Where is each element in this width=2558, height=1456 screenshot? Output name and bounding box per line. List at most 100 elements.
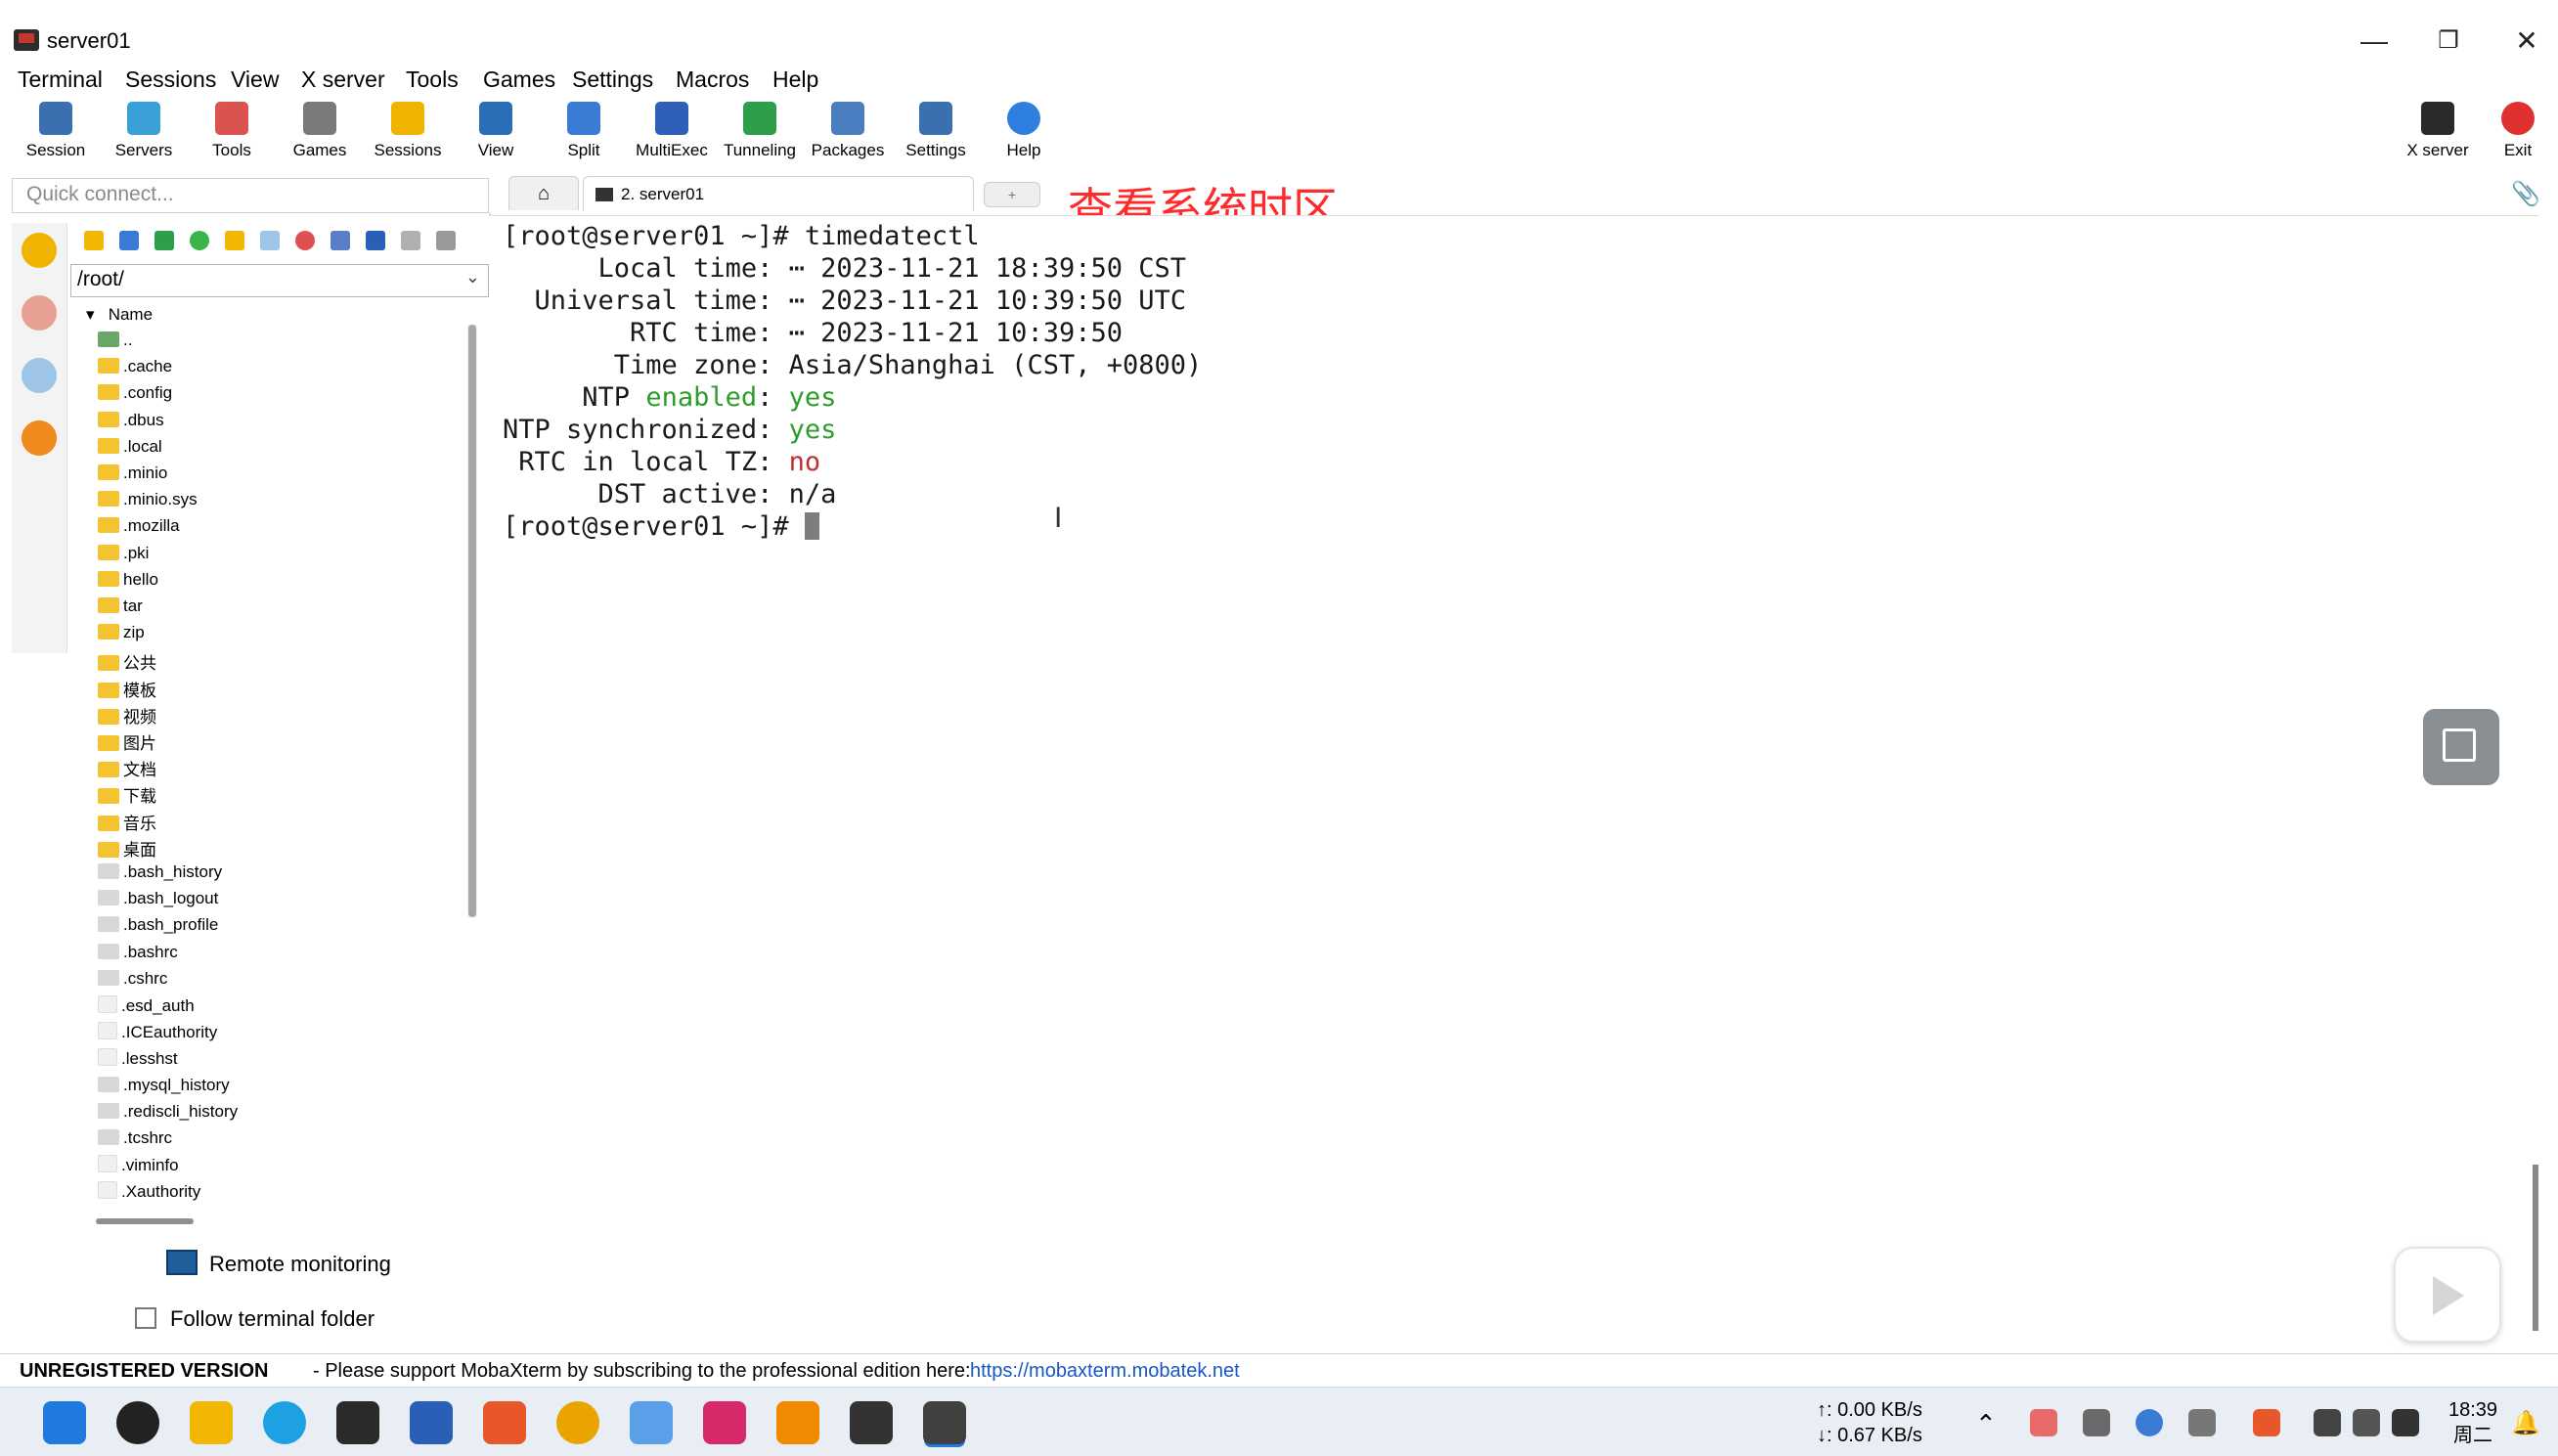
session-button[interactable]: Session — [12, 98, 100, 170]
menu-tools[interactable]: Tools — [406, 66, 459, 93]
quick-connect-input[interactable]: Quick connect... — [12, 178, 489, 213]
file-list-item[interactable]: .esd_auth — [98, 995, 469, 1021]
menu-view[interactable]: View — [231, 66, 279, 93]
menu-games[interactable]: Games — [483, 66, 555, 93]
scrollbar-thumb[interactable] — [468, 325, 476, 917]
help-button[interactable]: Help — [980, 98, 1068, 170]
file-list-item[interactable]: .bash_history — [98, 862, 469, 888]
file-list-item[interactable]: .cshrc — [98, 969, 469, 994]
tray-app-icon[interactable] — [2030, 1409, 2057, 1436]
macros-tab-icon[interactable] — [22, 420, 57, 456]
file-list-item[interactable]: 公共 — [98, 649, 469, 675]
home-tab[interactable]: ⌂ — [508, 176, 579, 210]
taskbar-mobaxterm-icon[interactable] — [923, 1401, 966, 1444]
tab-server01[interactable]: 2. server01 — [583, 176, 974, 211]
paperclip-icon[interactable]: 📎 — [2511, 180, 2540, 208]
chevron-down-icon[interactable]: ⌄ — [465, 267, 480, 287]
file-list-item[interactable]: .lesshst — [98, 1048, 469, 1074]
path-input[interactable]: /root/⌄ — [70, 264, 489, 297]
download-icon[interactable] — [119, 231, 139, 250]
rename-icon[interactable] — [331, 231, 350, 250]
settings-button[interactable]: Settings — [892, 98, 980, 170]
tunneling-button[interactable]: Tunneling — [716, 98, 804, 170]
horizontal-scrollbar[interactable] — [96, 1218, 194, 1224]
new-file-icon[interactable] — [260, 231, 280, 250]
taskbar-app-orange-icon[interactable] — [483, 1401, 526, 1444]
taskbar-store-icon[interactable] — [410, 1401, 453, 1444]
file-list-scrollbar[interactable] — [467, 325, 477, 917]
battery-icon[interactable] — [2392, 1409, 2419, 1436]
games-button[interactable]: Games — [276, 98, 364, 170]
taskbar-terminal-icon[interactable] — [336, 1401, 379, 1444]
file-list-item[interactable]: .tcshrc — [98, 1128, 469, 1154]
taskbar-typora-icon[interactable] — [850, 1401, 893, 1444]
file-list-item[interactable]: .cache — [98, 357, 469, 382]
file-list-item[interactable]: .mozilla — [98, 516, 469, 542]
checkbox[interactable] — [135, 1307, 156, 1329]
system-clock[interactable]: 18:39 周二 — [2448, 1397, 2497, 1448]
delete-icon[interactable] — [295, 231, 315, 250]
file-list-item[interactable]: .Xauthority — [98, 1181, 469, 1207]
menu-sessions[interactable]: Sessions — [125, 66, 216, 93]
menu-help[interactable]: Help — [772, 66, 818, 93]
file-list-item[interactable]: 桌面 — [98, 836, 469, 861]
sftp-tab-icon[interactable] — [22, 358, 57, 393]
properties-icon[interactable] — [366, 231, 385, 250]
new-folder-icon[interactable] — [225, 231, 244, 250]
refresh-icon[interactable] — [190, 231, 209, 250]
taskbar-chrome-icon[interactable] — [556, 1401, 599, 1444]
mobatek-link[interactable]: https://mobaxterm.mobatek.net — [970, 1354, 1240, 1388]
terminal-icon[interactable] — [436, 231, 456, 250]
taskbar-sublime-icon[interactable] — [776, 1401, 819, 1444]
minimize-button[interactable]: — — [2355, 23, 2394, 59]
chevron-up-icon[interactable]: ⌃ — [1975, 1409, 2003, 1438]
view-button[interactable]: View — [452, 98, 540, 170]
language-icon[interactable] — [2188, 1409, 2216, 1436]
file-list-item[interactable]: .. — [98, 331, 469, 356]
file-list-item[interactable]: .rediscli_history — [98, 1102, 469, 1127]
menu-macros[interactable]: Macros — [676, 66, 749, 93]
menu-settings[interactable]: Settings — [572, 66, 653, 93]
parent-folder-icon[interactable] — [84, 231, 104, 250]
file-list-item[interactable]: tar — [98, 596, 469, 622]
terminal-scrollbar[interactable] — [2533, 1165, 2538, 1331]
restore-button[interactable]: ❐ — [2429, 23, 2468, 59]
taskbar-edge-icon[interactable] — [263, 1401, 306, 1444]
taskbar-app-colorful-icon[interactable] — [630, 1401, 673, 1444]
file-list-item[interactable]: .dbus — [98, 411, 469, 436]
volume-icon[interactable] — [2353, 1409, 2380, 1436]
upload-icon[interactable] — [154, 231, 174, 250]
file-list-item[interactable]: 模板 — [98, 677, 469, 702]
taskbar-start-icon[interactable] — [43, 1401, 86, 1444]
xserver-button[interactable]: X server — [2394, 98, 2482, 170]
remote-monitoring-button[interactable]: Remote monitoring — [166, 1250, 391, 1277]
follow-terminal-folder-checkbox[interactable]: Follow terminal folder — [135, 1306, 375, 1332]
menu-xserver[interactable]: X server — [301, 66, 385, 93]
file-list-item[interactable]: .viminfo — [98, 1155, 469, 1180]
file-list-item[interactable]: 图片 — [98, 729, 469, 755]
file-list-item[interactable]: 下载 — [98, 782, 469, 808]
servers-button[interactable]: Servers — [100, 98, 188, 170]
close-button[interactable]: ✕ — [2507, 23, 2546, 59]
file-list-item[interactable]: 音乐 — [98, 810, 469, 835]
name-column-header[interactable]: ▾ Name — [86, 305, 153, 325]
file-list-item[interactable]: .bash_profile — [98, 915, 469, 941]
sync-icon[interactable] — [2083, 1409, 2110, 1436]
sessions-button[interactable]: Sessions — [364, 98, 452, 170]
file-list-item[interactable]: .config — [98, 383, 469, 409]
packages-button[interactable]: Packages — [804, 98, 892, 170]
file-list-item[interactable]: hello — [98, 570, 469, 596]
file-list-item[interactable]: .ICEauthority — [98, 1022, 469, 1047]
menu-terminal[interactable]: Terminal — [18, 66, 103, 93]
taskbar-search-icon[interactable] — [116, 1401, 159, 1444]
edit-icon[interactable] — [401, 231, 420, 250]
play-button[interactable] — [2394, 1247, 2501, 1343]
file-list-item[interactable]: zip — [98, 623, 469, 648]
microphone-icon[interactable] — [2136, 1409, 2163, 1436]
sessions-star-icon[interactable] — [22, 233, 57, 268]
floating-expand-button[interactable] — [2423, 709, 2499, 785]
file-list-item[interactable]: .bashrc — [98, 943, 469, 968]
file-list-item[interactable]: .local — [98, 437, 469, 463]
file-list-item[interactable]: 文档 — [98, 756, 469, 781]
file-list-item[interactable]: .bash_logout — [98, 889, 469, 914]
